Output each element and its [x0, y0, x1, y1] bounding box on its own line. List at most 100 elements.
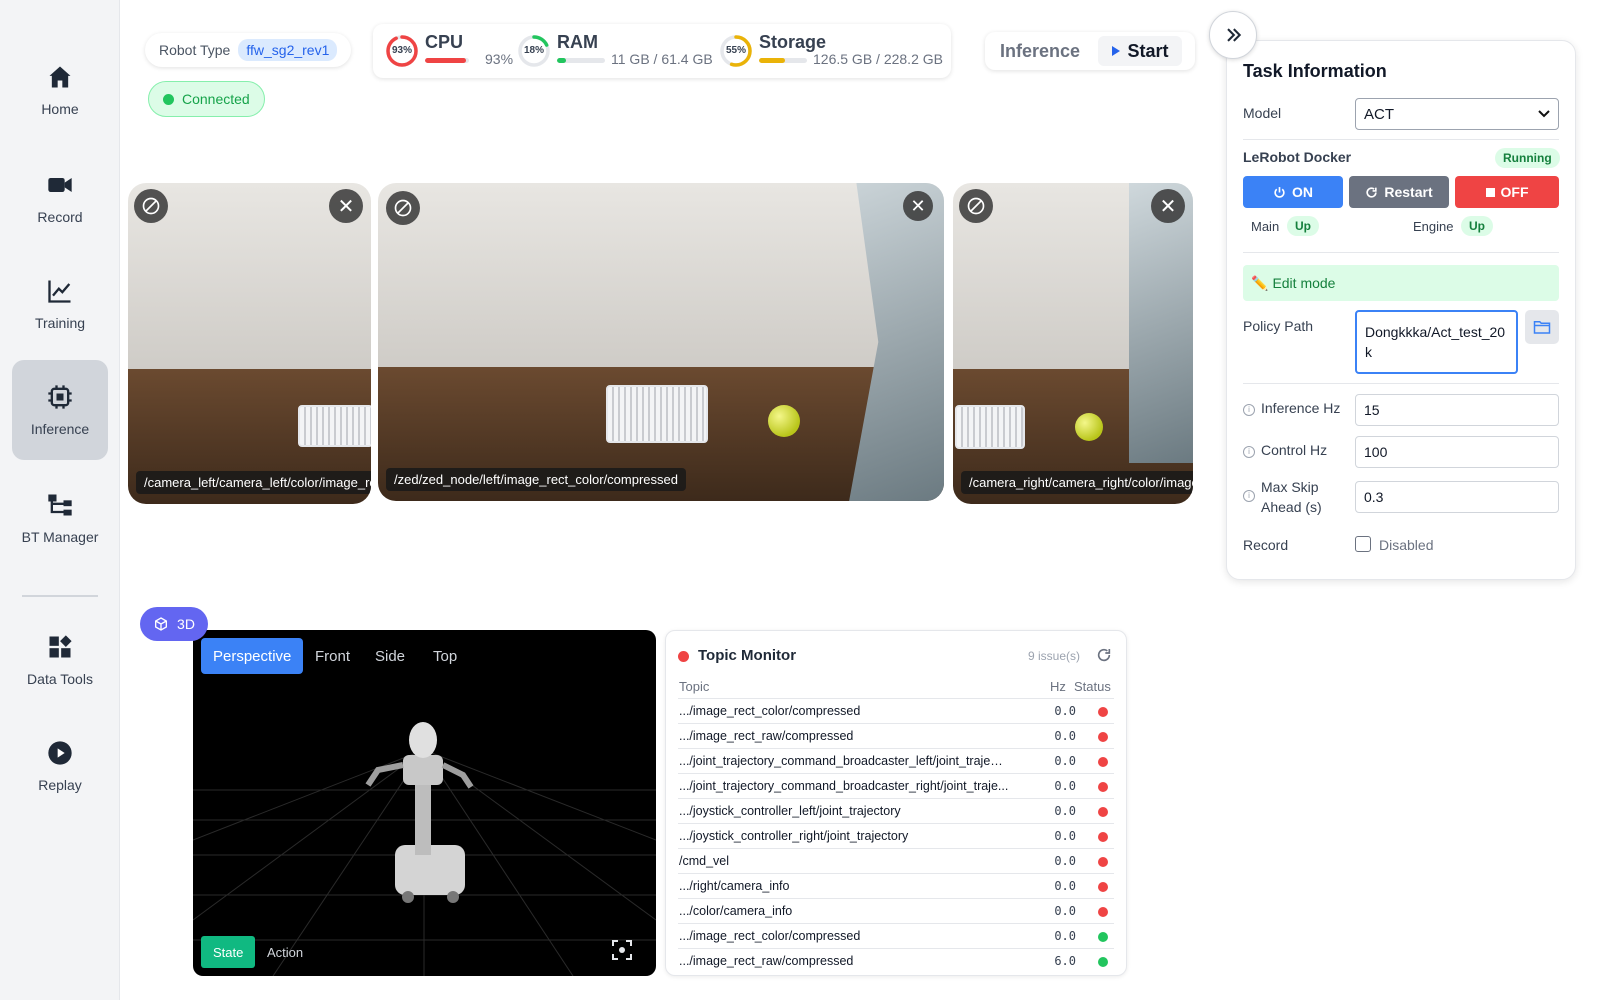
- nav-bt-manager[interactable]: BT Manager: [12, 468, 108, 568]
- table-row: .../joint_trajectory_command_broadcaster…: [678, 748, 1114, 773]
- cpu-stat: 93% CPU 93%: [385, 32, 513, 72]
- ram-value: 11 GB / 61.4 GB: [611, 51, 713, 67]
- topic-status-dot: [1098, 782, 1108, 792]
- table-row: .../joystick_controller_right/joint_traj…: [678, 823, 1114, 848]
- docker-off-button[interactable]: OFF: [1455, 176, 1559, 208]
- nav-data-tools[interactable]: Data Tools: [12, 610, 108, 710]
- camera-image: [378, 183, 944, 368]
- policy-path-label: Policy Path: [1243, 318, 1314, 334]
- ram-title: RAM: [557, 32, 598, 52]
- topic-status-dot: [1098, 732, 1108, 742]
- topic-name: .../joint_trajectory_command_broadcaster…: [679, 779, 1009, 793]
- topic-monitor: Topic Monitor 9 issue(s) Topic Hz Status…: [665, 630, 1127, 976]
- topic-status-dot: [1098, 957, 1108, 967]
- storage-bar-fill: [759, 58, 786, 63]
- rotate-icon: [967, 197, 985, 215]
- col-hz: Hz: [1050, 679, 1066, 694]
- main-status-badge: Up: [1287, 216, 1319, 236]
- docker-restart-button[interactable]: Restart: [1349, 176, 1449, 208]
- tab-top[interactable]: Top: [421, 638, 469, 674]
- nav-label-replay: Replay: [38, 777, 82, 793]
- pencil-icon: ✏️: [1251, 274, 1269, 291]
- nav-training[interactable]: Training: [12, 254, 108, 354]
- table-row: .../right/camera_info 0.0: [678, 873, 1114, 898]
- mode-action[interactable]: Action: [255, 936, 315, 968]
- topic-status-dot: [1098, 757, 1108, 767]
- record-status: Disabled: [1379, 537, 1434, 553]
- model-select[interactable]: ACT: [1355, 98, 1559, 130]
- stop-icon: [1485, 187, 1495, 197]
- topic-name: .../joystick_controller_left/joint_traje…: [679, 804, 901, 818]
- status-dot: [163, 93, 174, 105]
- cpu-bar: [425, 58, 469, 63]
- 3d-toggle[interactable]: 3D: [140, 607, 208, 641]
- record-checkbox[interactable]: [1355, 536, 1371, 552]
- nav-label-record: Record: [37, 209, 83, 225]
- home-icon: [49, 66, 71, 88]
- edit-mode-banner: ✏️ Edit mode: [1243, 265, 1559, 301]
- off-label: OFF: [1500, 184, 1529, 200]
- col-status: Status: [1074, 679, 1111, 694]
- max-skip-text-2: Ahead (s): [1261, 499, 1322, 515]
- tab-side[interactable]: Side: [363, 638, 417, 674]
- control-hz-input[interactable]: 100: [1355, 436, 1559, 468]
- browse-folder-button[interactable]: [1525, 310, 1559, 344]
- tab-perspective[interactable]: Perspective: [201, 638, 304, 674]
- camera-feed-left: ✕ /camera_left/camera_left/color/image_r…: [128, 183, 371, 504]
- close-icon: ✕: [337, 195, 355, 218]
- table-row: .../image_rect_color/compressed 0.0: [678, 923, 1114, 948]
- record-label: Record: [1243, 537, 1289, 553]
- rotate-camera-button[interactable]: [386, 191, 420, 225]
- refresh-icon[interactable]: [1096, 647, 1112, 663]
- storage-stat: 55% Storage 126.5 GB / 228.2 GB: [719, 32, 947, 72]
- topic-hz: 0.0: [1054, 854, 1076, 868]
- cube-icon: [155, 617, 168, 631]
- cpu-value: 93%: [485, 51, 514, 67]
- topic-status-dot: [1098, 907, 1108, 917]
- nav-label-data-tools: Data Tools: [27, 671, 93, 687]
- robot-type-badge[interactable]: ffw_sg2_rev1: [238, 39, 338, 61]
- mode-state[interactable]: State: [201, 936, 256, 968]
- 3d-viewer[interactable]: Perspective Front Side Top State Action: [193, 630, 656, 976]
- restart-icon: [1366, 186, 1378, 198]
- max-skip-input[interactable]: 0.3: [1355, 481, 1559, 513]
- topic-name: .../joint_trajectory_command_broadcaster…: [679, 754, 1009, 768]
- start-button[interactable]: Start: [1098, 36, 1182, 66]
- nav-inference[interactable]: Inference: [12, 360, 108, 460]
- close-camera-button[interactable]: ✕: [903, 191, 933, 221]
- table-row: .../color/camera_info 0.0: [678, 898, 1114, 923]
- topic-hz: 0.0: [1054, 929, 1076, 943]
- nav-record[interactable]: Record: [12, 148, 108, 248]
- on-label: ON: [1292, 184, 1313, 200]
- rotate-camera-button[interactable]: [134, 189, 168, 223]
- rotate-icon: [394, 199, 412, 217]
- restart-label: Restart: [1384, 184, 1433, 200]
- tennis-ball: [1075, 413, 1103, 441]
- basket: [955, 405, 1025, 449]
- storage-ring-label: 55%: [725, 45, 746, 56]
- topic-status-dot: [1098, 707, 1108, 717]
- rotate-camera-button[interactable]: [959, 189, 993, 223]
- start-label: Start: [1127, 40, 1169, 61]
- docker-on-button[interactable]: ON: [1243, 176, 1343, 208]
- inference-hz-label: i Inference Hz: [1243, 400, 1340, 416]
- table-row: .../joystick_controller_left/joint_traje…: [678, 798, 1114, 823]
- tab-front[interactable]: Front: [303, 638, 362, 674]
- topic-name: .../joystick_controller_right/joint_traj…: [679, 829, 909, 843]
- topic-status-dot: [1098, 882, 1108, 892]
- policy-path-input[interactable]: Dongkkka/Act_test_20k: [1355, 310, 1518, 374]
- table-row: /cmd_vel 0.0: [678, 848, 1114, 873]
- nav-home[interactable]: Home: [12, 40, 108, 140]
- connection-status: Connected: [148, 81, 265, 117]
- tree-icon: [48, 494, 72, 516]
- topic-hz: 0.0: [1054, 904, 1076, 918]
- table-row: .../image_rect_raw/compressed 0.0: [678, 723, 1114, 748]
- fit-view-icon[interactable]: [610, 938, 634, 962]
- close-camera-button[interactable]: ✕: [329, 189, 363, 223]
- nav-replay[interactable]: Replay: [12, 716, 108, 816]
- inference-hz-input[interactable]: 15: [1355, 394, 1559, 426]
- topic-status-dot: [1098, 857, 1108, 867]
- close-camera-button[interactable]: ✕: [1151, 189, 1185, 223]
- expand-panel-button[interactable]: [1209, 11, 1257, 59]
- engine-status-badge: Up: [1461, 216, 1493, 236]
